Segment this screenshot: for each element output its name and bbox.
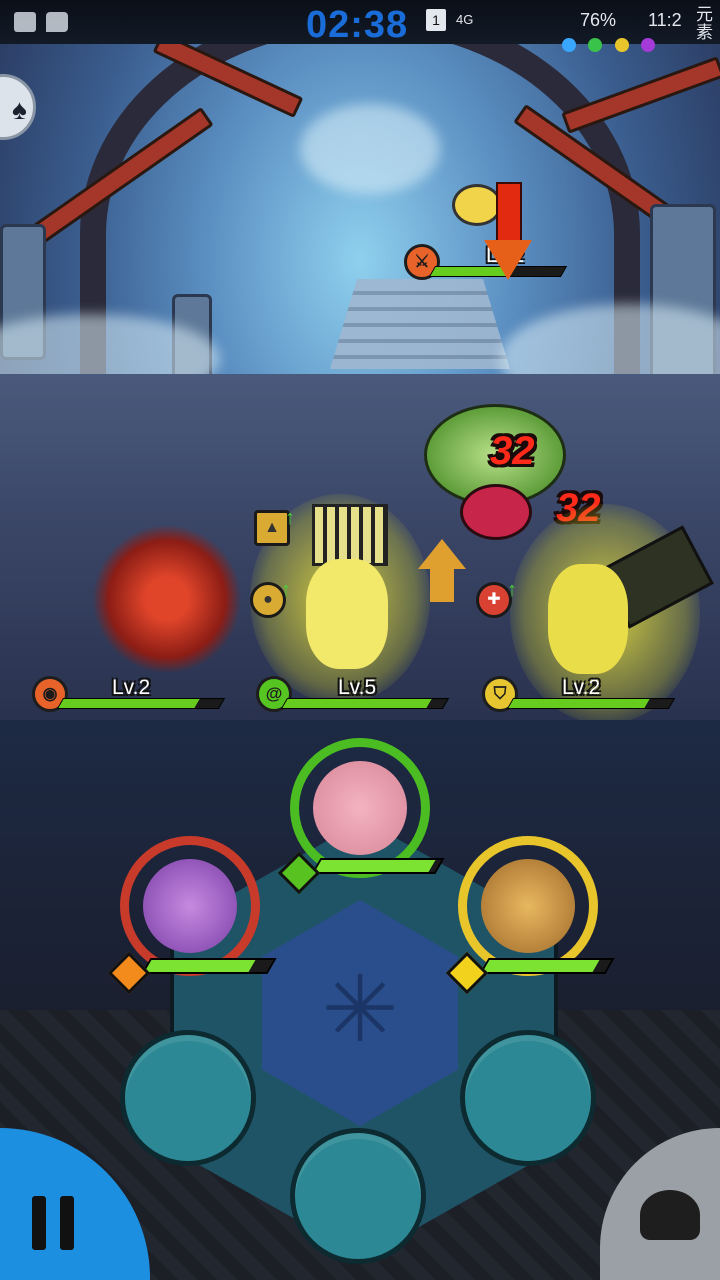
- enemy-sprite-distant[interactable]: [452, 184, 502, 226]
- moth-fairy-face: [143, 859, 237, 953]
- clock-overlay: 02:38: [306, 4, 409, 46]
- moth-fairy-energy-bar: [141, 958, 277, 974]
- damage-number: 32: [490, 429, 535, 473]
- purple-orb-icon: [641, 38, 656, 52]
- hero-health-bar-2: @ Lv.5: [256, 676, 450, 714]
- bear-hero-face: [481, 859, 575, 953]
- buff-arrow-icon: [418, 539, 466, 569]
- target-arrow-shaft: [496, 182, 522, 246]
- hero-level: Lv.5: [338, 676, 377, 699]
- skill-slot-right[interactable]: [460, 1030, 596, 1166]
- yellow-orb-icon: [614, 38, 629, 52]
- sim-indicator: 1: [426, 9, 446, 31]
- temple-stairs: [330, 279, 510, 369]
- hero-hp-fill: [282, 699, 432, 708]
- moth-fairy-portrait[interactable]: [120, 836, 260, 976]
- target-arrow-icon: [484, 240, 532, 280]
- hero-health-bar-1: ◉ Lv.2: [32, 676, 226, 714]
- hero-level: Lv.2: [112, 676, 151, 699]
- message-icon: [14, 12, 36, 32]
- speed-buff-icon: ● ↑: [250, 579, 291, 618]
- green-orb-icon: [588, 38, 603, 52]
- element-orbs: [562, 38, 663, 57]
- pig-warrior-energy-bar: [311, 858, 445, 874]
- bear-hero-sprite[interactable]: [548, 564, 628, 674]
- energy-fill: [314, 860, 436, 872]
- spade-menu-button[interactable]: ♠: [0, 74, 36, 140]
- moth-fairy-sprite[interactable]: [92, 524, 242, 674]
- red-beam: [561, 56, 720, 134]
- hero-hp-fill: [508, 699, 650, 708]
- hero-level: Lv.2: [562, 676, 601, 699]
- battle-scene: ♠ ⚔ Lv.2 32 32 ▲↑ ●↑ ✚↑ ◉ Lv.2 @ Lv.5 ⛉: [0, 44, 720, 764]
- battery-level: 76%: [580, 10, 617, 30]
- status-time: 11:2: [648, 10, 682, 30]
- attack-buff-icon: ▲ ↑: [254, 507, 295, 546]
- heal-buff-icon: ✚ ↑: [476, 579, 517, 618]
- status-bar: 02:38 1 4G 76% 11:2 元素: [0, 0, 720, 52]
- cabbage-enemy-bird: [460, 484, 532, 540]
- pig-warrior-sprite[interactable]: [306, 559, 388, 669]
- skill-slot-bottom[interactable]: [290, 1128, 426, 1264]
- blue-orb-icon: [562, 38, 576, 52]
- pause-icon: [32, 1196, 76, 1250]
- notification-icon: [46, 12, 68, 32]
- bear-hero-portrait[interactable]: [458, 836, 598, 976]
- hex-emblem-icon: ✳: [321, 959, 399, 1061]
- network-label: 4G: [456, 12, 474, 27]
- carrier-text: 元素: [696, 5, 713, 42]
- bear-hero-energy-bar: [479, 958, 615, 974]
- skill-slot-left[interactable]: [120, 1030, 256, 1166]
- fog-cloud: [300, 104, 440, 194]
- pig-warrior-helmet: [312, 504, 388, 566]
- dumpling-icon: [640, 1190, 700, 1240]
- pig-warrior-face: [313, 761, 407, 855]
- pig-warrior-portrait[interactable]: [290, 738, 430, 878]
- buff-arrow-shaft: [430, 568, 454, 602]
- energy-fill: [482, 960, 600, 972]
- hero-hp-fill: [58, 699, 200, 708]
- hero-health-bar-3: ⛉ Lv.2: [482, 676, 676, 714]
- energy-fill: [144, 960, 256, 972]
